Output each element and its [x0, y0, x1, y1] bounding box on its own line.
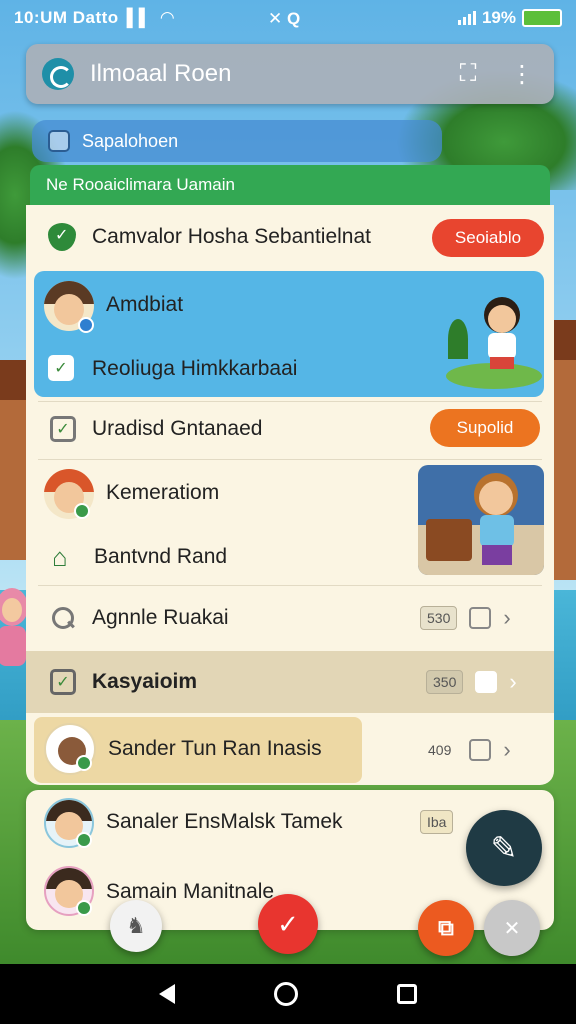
recents-icon[interactable] [396, 984, 417, 1004]
count-chip: 350 [426, 670, 464, 694]
status-pill-orange[interactable]: Supolid [430, 409, 540, 447]
gamepad-button[interactable]: ✕ [484, 900, 540, 956]
edit-icon[interactable] [469, 607, 492, 629]
chevron-right-icon[interactable]: › [509, 669, 516, 695]
list-item-sanaler[interactable]: Sanaler EnsMalsk Tamek [106, 802, 426, 842]
chevron-right-icon[interactable]: › [503, 737, 510, 763]
list-item-label: Kasyaioim [92, 670, 198, 693]
list-item-label: Amdbiat [106, 293, 184, 316]
search-bar[interactable]: Sapalohoen [32, 120, 442, 162]
child-illustration [418, 465, 544, 575]
app-title: Ilmoaal Roen [90, 60, 232, 87]
checkbox-icon[interactable]: ✓ [50, 416, 76, 442]
status-bar: 10:UM Datto ▌▌ ◠ ✕ Q 19% [0, 0, 576, 36]
more-options-icon[interactable]: ⋮ [506, 58, 538, 90]
status-time: 10:UM Datto [14, 8, 119, 27]
count-chip: 530 [420, 606, 458, 630]
online-badge [74, 503, 90, 519]
battery-percent: 19% [481, 8, 516, 27]
list-item-label: Sanaler EnsMalsk Tamek [106, 810, 343, 833]
list-item-label: Uradisd Gntanaed [92, 417, 263, 440]
status-pill-red[interactable]: Seoiablo [432, 219, 544, 257]
checkbox-icon[interactable]: ✓ [50, 669, 76, 695]
expand-icon[interactable]: ⛶ [452, 58, 484, 90]
online-badge [76, 832, 92, 848]
app-top-bar: Ilmoaal Roen ⛶ ⋮ [26, 44, 554, 104]
list-item-sander[interactable]: Sander Tun Ran Inasis [108, 729, 368, 769]
count-chip: 409 [428, 742, 452, 758]
search-icon [50, 605, 76, 631]
system-nav-bar [0, 964, 576, 1024]
list-item-label: Camvalor Hosha Sebantielnat [92, 225, 371, 248]
chat-icon [48, 130, 70, 152]
list-item-bantvnd[interactable]: ⌂ Bantvnd Rand [26, 537, 406, 577]
banner-text: Ne Rooaiclimara Uamain [46, 175, 235, 194]
list-item-reoliuga[interactable]: Reoliuga Himkkarbaai [92, 349, 432, 389]
home-icon: ⌂ [52, 542, 68, 572]
online-badge [78, 317, 94, 333]
list-item-label: Sander Tun Ran Inasis [108, 737, 322, 760]
list-item-kemeratiom[interactable]: Kemeratiom [106, 473, 406, 513]
chevron-right-icon[interactable]: › [503, 605, 510, 631]
list-item-label: Agnnle Ruakai [92, 606, 229, 629]
list-item-label: Reoliuga Himkkarbaai [92, 357, 298, 380]
list-item-label: Bantvnd Rand [94, 545, 228, 568]
count-chip: Iba [420, 810, 454, 834]
signal-icon [457, 11, 476, 25]
assistant-fab[interactable]: ✎ [466, 810, 542, 886]
back-icon[interactable] [159, 984, 176, 1004]
banner-header: Ne Rooaiclimara Uamain [30, 165, 550, 205]
main-list-card: Camvalor Hosha Sebantielnat Seoiablo Amd… [26, 205, 554, 785]
shield-icon [48, 223, 76, 251]
battery-icon [522, 9, 562, 27]
boy-illustration [446, 279, 542, 389]
online-badge [76, 755, 92, 771]
list-item-label: Kemeratiom [106, 481, 220, 504]
volume-icon[interactable] [475, 671, 498, 693]
list-item-amdbiat[interactable]: Amdbiat [106, 285, 426, 325]
checkbox-icon[interactable]: ✓ [48, 355, 74, 381]
home-button-icon[interactable] [273, 982, 298, 1006]
wifi-icon: ◠ [160, 8, 174, 27]
status-mid-icons: ✕ Q [268, 9, 301, 28]
app-logo-icon[interactable] [42, 58, 74, 90]
edit-icon[interactable] [469, 739, 492, 761]
compose-button[interactable]: ✓ [258, 894, 318, 954]
online-badge [76, 900, 92, 916]
search-text: Sapalohoen [82, 130, 179, 151]
share-button[interactable]: ⧉ [418, 900, 474, 956]
cow-icon[interactable]: ♞ [110, 900, 162, 952]
notification-bars-icon: ▌▌ [126, 8, 151, 27]
